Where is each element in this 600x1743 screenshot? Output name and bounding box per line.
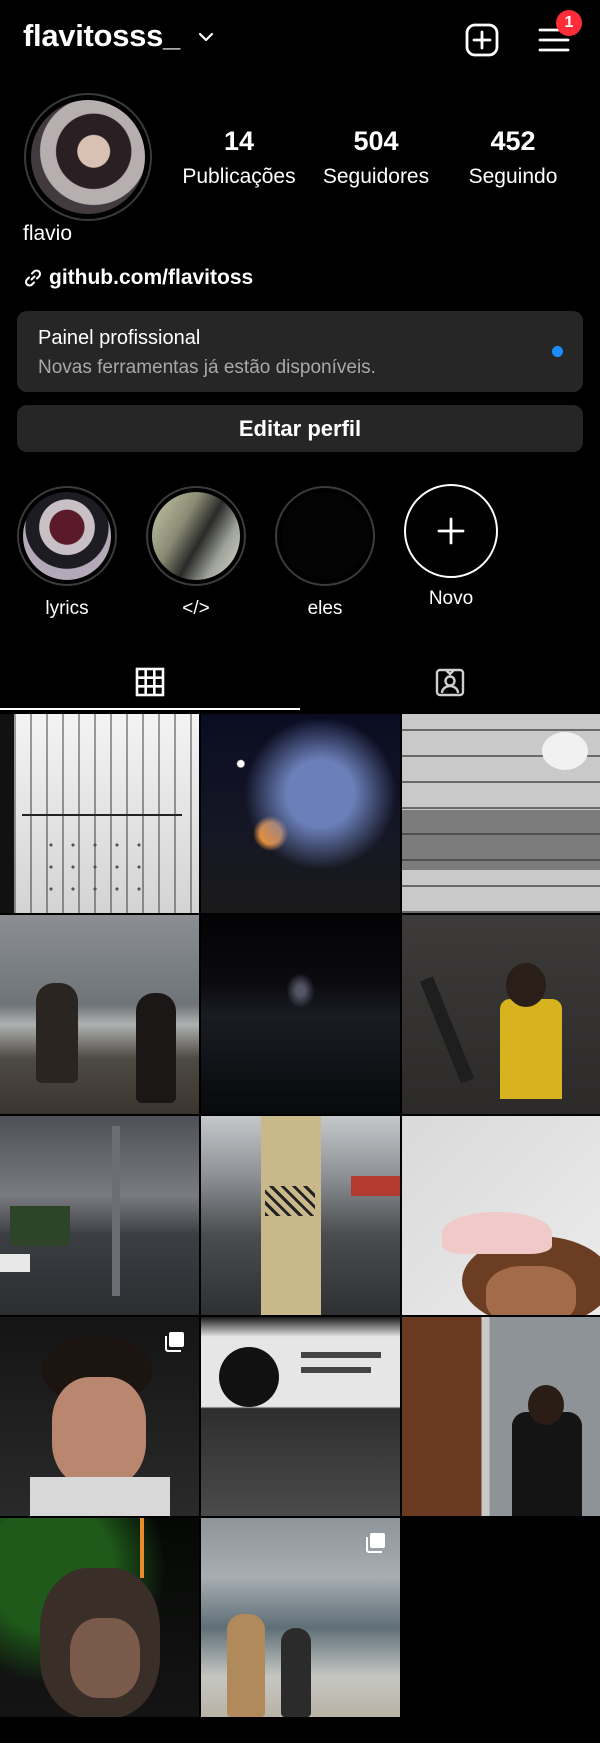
stat-posts[interactable]: 14 Publicações xyxy=(178,126,300,189)
tab-posts-grid[interactable] xyxy=(0,652,300,712)
stat-posts-label: Publicações xyxy=(182,165,296,188)
tagged-icon xyxy=(435,668,465,697)
stat-posts-value: 14 xyxy=(223,126,255,156)
post-thumbnail[interactable] xyxy=(402,1317,600,1516)
active-tab-indicator xyxy=(0,708,300,710)
empty-grid-slot xyxy=(402,1518,600,1717)
stat-following-label: Seguindo xyxy=(468,165,558,188)
stat-followers-value: 504 xyxy=(353,126,399,156)
post-thumbnail[interactable] xyxy=(201,1317,400,1516)
post-thumbnail[interactable] xyxy=(0,1116,199,1315)
grid-icon xyxy=(135,667,165,697)
pro-panel-title: Painel profissional xyxy=(38,327,201,349)
pro-panel-subtitle: Novas ferramentas já estão disponíveis. xyxy=(38,357,376,378)
account-username[interactable]: flavitosss_ xyxy=(23,18,180,54)
posts-grid xyxy=(0,714,600,1717)
multiple-photos-icon xyxy=(165,1332,184,1352)
stat-following[interactable]: 452 Seguindo xyxy=(462,126,564,189)
tab-tagged[interactable] xyxy=(300,652,600,712)
highlight-ring xyxy=(275,486,375,586)
stat-followers[interactable]: 504 Seguidores xyxy=(318,126,434,189)
display-name: flavio xyxy=(23,222,73,245)
highlight-ring xyxy=(146,486,246,586)
chevron-down-icon[interactable] xyxy=(198,32,214,42)
post-thumbnail[interactable] xyxy=(201,1518,400,1717)
profile-link[interactable]: github.com/flavitoss xyxy=(23,266,253,290)
new-highlight-ring xyxy=(404,484,498,578)
notification-badge: 1 xyxy=(556,10,582,36)
plus-icon xyxy=(437,517,465,545)
highlight-lyrics[interactable]: lyrics xyxy=(17,486,117,620)
new-indicator-dot xyxy=(552,346,563,357)
post-thumbnail[interactable] xyxy=(0,1518,199,1717)
stat-followers-label: Seguidores xyxy=(322,165,430,188)
link-icon xyxy=(24,269,42,287)
post-thumbnail[interactable] xyxy=(201,1116,400,1315)
multiple-photos-icon xyxy=(366,1533,385,1553)
highlight-cover xyxy=(23,492,111,580)
stat-following-value: 452 xyxy=(490,126,536,156)
create-post-icon[interactable] xyxy=(465,23,499,57)
professional-dashboard[interactable]: Painel profissional Novas ferramentas já… xyxy=(17,311,583,392)
avatar-image xyxy=(31,100,145,214)
highlight-label: lyrics xyxy=(45,598,89,619)
edit-profile-button[interactable]: Editar perfil xyxy=(17,405,583,452)
profile-link-text: github.com/flavitoss xyxy=(49,266,254,289)
post-thumbnail[interactable] xyxy=(0,714,199,913)
post-thumbnail[interactable] xyxy=(201,915,400,1114)
post-thumbnail[interactable] xyxy=(402,915,600,1114)
post-thumbnail[interactable] xyxy=(201,714,400,913)
top-bar: flavitosss_ 1 xyxy=(0,0,600,80)
highlight-label: </> xyxy=(182,598,210,619)
profile-avatar[interactable] xyxy=(24,93,152,221)
highlight-code[interactable]: </> xyxy=(146,486,246,620)
highlight-label: eles xyxy=(307,598,343,619)
highlight-cover xyxy=(281,492,369,580)
post-thumbnail[interactable] xyxy=(402,714,600,913)
post-thumbnail[interactable] xyxy=(0,1317,199,1516)
new-highlight-button[interactable]: Novo xyxy=(404,484,498,610)
highlight-eles[interactable]: eles xyxy=(275,486,375,620)
post-thumbnail[interactable] xyxy=(402,1116,600,1315)
post-thumbnail[interactable] xyxy=(0,915,199,1114)
highlight-ring xyxy=(17,486,117,586)
highlight-cover xyxy=(152,492,240,580)
new-highlight-label: Novo xyxy=(428,588,474,609)
